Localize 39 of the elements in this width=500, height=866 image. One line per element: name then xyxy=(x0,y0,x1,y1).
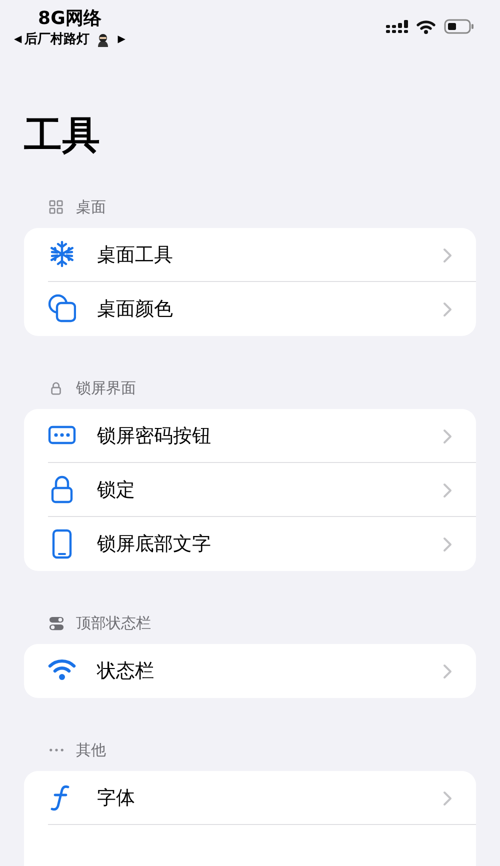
chevron-right-icon xyxy=(443,248,452,262)
lock-icon xyxy=(49,380,64,396)
section-header: 其他 xyxy=(76,740,106,761)
carrier-name: 8G网络 xyxy=(38,7,102,31)
more-icon xyxy=(49,748,64,752)
row-label: 桌面颜色 xyxy=(97,296,174,322)
snowflake-icon xyxy=(48,240,76,270)
settings-row[interactable]: 锁定 xyxy=(24,463,476,517)
battery-icon xyxy=(444,19,474,34)
section-header: 桌面 xyxy=(76,196,106,218)
chevron-right-icon xyxy=(443,482,452,498)
previous-arrow[interactable]: ◀ xyxy=(14,31,22,49)
section-header: 锁屏界面 xyxy=(76,378,136,399)
network-name: 后厂村路灯 xyxy=(24,31,90,49)
toggle-icon xyxy=(49,616,64,630)
section-header: 顶部状态栏 xyxy=(76,612,151,634)
chevron-right-icon xyxy=(443,302,452,316)
grid-icon xyxy=(49,200,64,214)
chevron-right-icon xyxy=(443,428,452,444)
next-arrow[interactable]: ▶ xyxy=(118,31,126,49)
row-label: 锁屏密码按钮 xyxy=(97,424,212,449)
settings-row[interactable]: 字体 xyxy=(24,771,476,825)
chevron-right-icon xyxy=(443,664,452,678)
settings-row[interactable]: 桌面工具 xyxy=(24,228,476,282)
chevron-right-icon xyxy=(443,790,452,806)
row-label: 桌面工具 xyxy=(97,242,174,268)
row-label: 锁屏底部文字 xyxy=(97,532,212,557)
settings-row[interactable]: 锁屏底部文字 xyxy=(24,517,476,571)
signal-icon xyxy=(386,20,408,34)
chevron-right-icon xyxy=(443,536,452,552)
row-label: 锁定 xyxy=(97,478,136,503)
settings-row[interactable]: 状态栏 xyxy=(24,644,476,698)
settings-row[interactable]: 锁屏密码按钮 xyxy=(24,409,476,463)
settings-row[interactable]: 桌面颜色 xyxy=(24,282,476,336)
wifi-icon xyxy=(416,19,436,34)
row-label: 字体 xyxy=(97,786,136,811)
page-title: 工具 xyxy=(23,112,101,158)
overlapping-shapes-icon xyxy=(48,294,76,324)
row-label: 状态栏 xyxy=(97,658,155,684)
